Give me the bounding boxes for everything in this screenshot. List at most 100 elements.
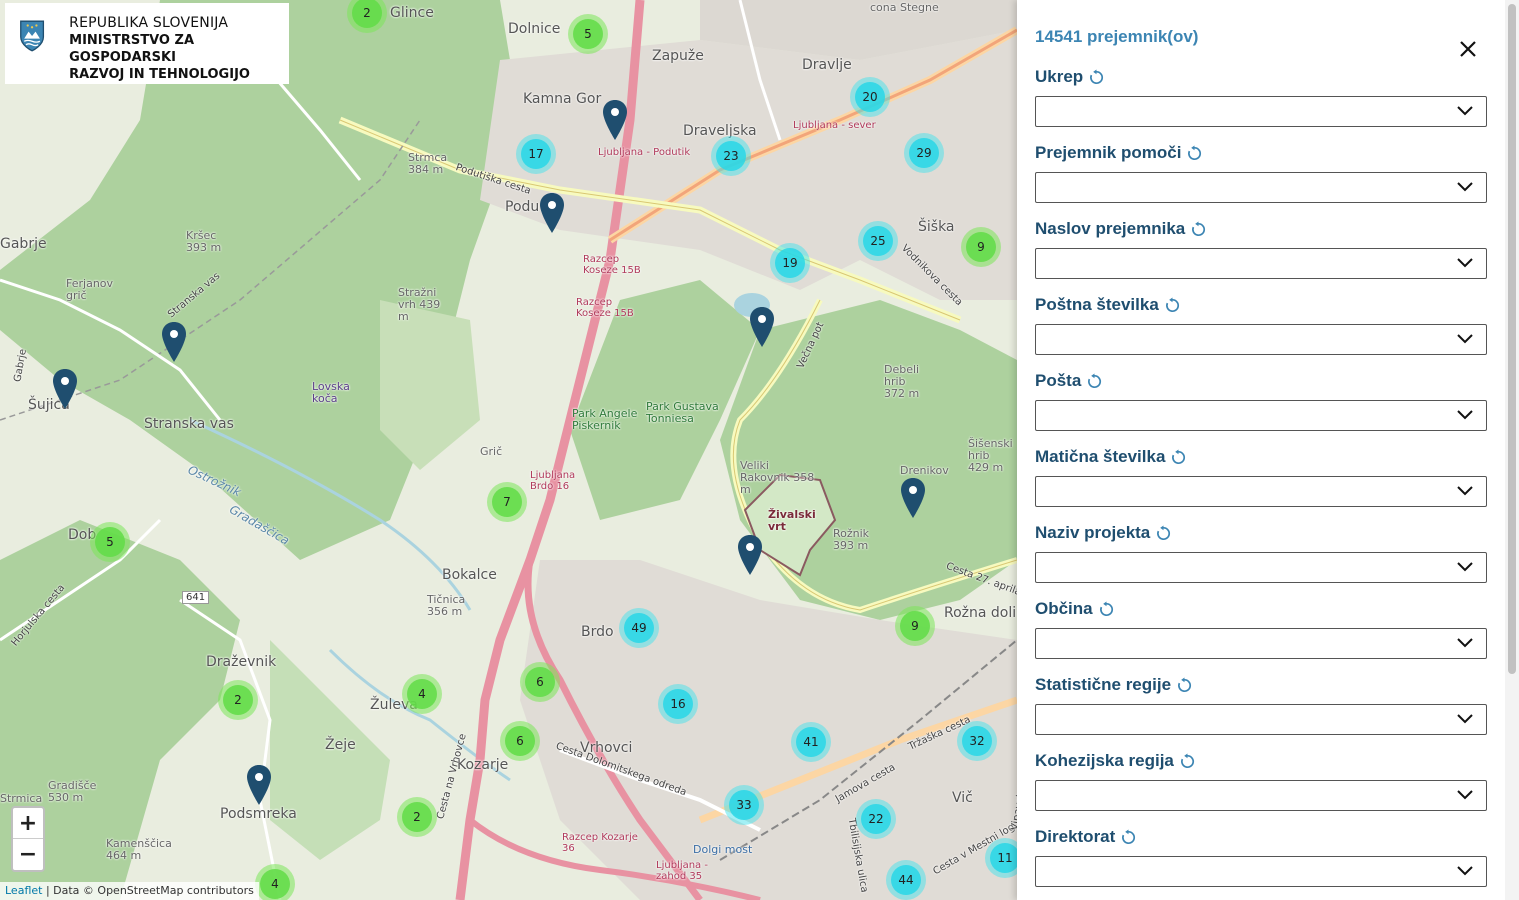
reset-icon[interactable] — [1164, 296, 1181, 314]
cluster-count: 5 — [95, 527, 125, 557]
scrollbar-thumb[interactable] — [1508, 4, 1516, 674]
reset-icon[interactable] — [1088, 68, 1105, 86]
cluster-marker[interactable]: 44 — [886, 860, 926, 900]
map-pin-icon[interactable] — [52, 368, 78, 410]
map-pin-icon[interactable] — [737, 534, 763, 576]
cluster-count: 20 — [855, 82, 885, 112]
place-label: Žeje — [325, 737, 356, 753]
reset-icon[interactable] — [1098, 600, 1115, 618]
place-label: Razcep Koseze 15B — [583, 254, 641, 276]
place-label: Glince — [390, 5, 434, 21]
filter-select[interactable] — [1035, 704, 1487, 735]
cluster-marker[interactable]: 6 — [520, 662, 560, 702]
cluster-marker[interactable]: 29 — [904, 133, 944, 173]
chevron-down-icon — [1457, 182, 1473, 192]
reset-icon[interactable] — [1155, 524, 1172, 542]
leaflet-link[interactable]: Leaflet — [5, 884, 42, 897]
cluster-marker[interactable]: 2 — [397, 797, 437, 837]
place-label: Stražni vrh 439 m — [398, 286, 441, 323]
recipient-count: 14541 prejemnik(ov) — [1035, 27, 1199, 46]
panel-scrollbar[interactable] — [1505, 0, 1519, 900]
map-attribution: Leaflet | Data © OpenStreetMap contribut… — [0, 882, 259, 900]
place-label: Ljubljana - Podutik — [598, 147, 691, 158]
filter-group: Direktorat — [1035, 825, 1487, 887]
map-pin-icon[interactable] — [749, 306, 775, 348]
chevron-down-icon — [1457, 638, 1473, 648]
place-label: cona Stegne — [870, 1, 939, 14]
cluster-marker[interactable]: 33 — [724, 785, 764, 825]
reset-icon[interactable] — [1190, 220, 1207, 238]
chevron-down-icon — [1457, 410, 1473, 420]
cluster-marker[interactable]: 6 — [500, 721, 540, 761]
cluster-marker[interactable]: 25 — [858, 221, 898, 261]
cluster-marker[interactable]: 5 — [90, 522, 130, 562]
cluster-marker[interactable]: 19 — [770, 243, 810, 283]
cluster-marker[interactable]: 22 — [856, 799, 896, 839]
filter-select[interactable] — [1035, 324, 1487, 355]
place-label: Stranska vas — [144, 416, 234, 432]
zoom-control: + − — [11, 806, 45, 872]
reset-icon[interactable] — [1086, 372, 1103, 390]
filter-select[interactable] — [1035, 172, 1487, 203]
filter-select[interactable] — [1035, 552, 1487, 583]
cluster-count: 49 — [624, 613, 654, 643]
reset-icon[interactable] — [1170, 448, 1187, 466]
place-label: Ljubljana - sever — [793, 120, 876, 131]
filter-label-text: Direktorat — [1035, 827, 1116, 846]
filter-label: Naslov prejemnika — [1035, 217, 1487, 241]
cluster-marker[interactable]: 4 — [402, 674, 442, 714]
map-pin-icon[interactable] — [161, 321, 187, 363]
cluster-count: 16 — [663, 689, 693, 719]
cluster-count: 4 — [407, 679, 437, 709]
map-pin-icon[interactable] — [246, 764, 272, 806]
cluster-marker[interactable]: 41 — [791, 722, 831, 762]
filter-group: Prejemnik pomoči — [1035, 141, 1487, 203]
zoom-in-button[interactable]: + — [13, 808, 43, 839]
ministry-logo-box: REPUBLIKA SLOVENIJA MINISTRSTVO ZA GOSPO… — [5, 3, 289, 84]
place-label: Draževnik — [206, 654, 277, 670]
filter-select[interactable] — [1035, 780, 1487, 811]
filter-label-text: Občina — [1035, 599, 1093, 618]
cluster-count: 9 — [900, 611, 930, 641]
filter-label-text: Pošta — [1035, 371, 1082, 390]
cluster-marker[interactable]: 2 — [218, 680, 258, 720]
reset-icon[interactable] — [1179, 752, 1196, 770]
cluster-marker[interactable]: 16 — [658, 684, 698, 724]
cluster-count: 9 — [966, 232, 996, 262]
place-label: Podsmreka — [220, 806, 297, 822]
place-label: Lovska koča — [312, 380, 350, 405]
filter-label-text: Poštna številka — [1035, 295, 1159, 314]
map-pin-icon[interactable] — [900, 477, 926, 519]
cluster-marker[interactable]: 49 — [619, 608, 659, 648]
map-pin-icon[interactable] — [539, 192, 565, 234]
filter-select[interactable] — [1035, 476, 1487, 507]
place-label: Tičnica 356 m — [427, 593, 466, 618]
cluster-marker[interactable]: 32 — [957, 721, 997, 761]
filter-select[interactable] — [1035, 628, 1487, 659]
reset-icon[interactable] — [1120, 828, 1137, 846]
filter-label: Občina — [1035, 597, 1487, 621]
cluster-marker[interactable]: 9 — [961, 227, 1001, 267]
filter-select[interactable] — [1035, 248, 1487, 279]
cluster-marker[interactable]: 5 — [568, 14, 608, 54]
cluster-marker[interactable]: 17 — [516, 134, 556, 174]
chevron-down-icon — [1457, 106, 1473, 116]
cluster-count: 2 — [223, 685, 253, 715]
place-label: Kozarje — [457, 757, 509, 773]
cluster-marker[interactable]: 4 — [255, 864, 295, 900]
filter-select[interactable] — [1035, 400, 1487, 431]
reset-icon[interactable] — [1176, 676, 1193, 694]
close-icon[interactable] — [1457, 38, 1479, 60]
zoom-out-button[interactable]: − — [13, 839, 43, 870]
cluster-marker[interactable]: 20 — [850, 77, 890, 117]
map-pin-icon[interactable] — [602, 99, 628, 141]
cluster-count: 22 — [861, 804, 891, 834]
filter-select[interactable] — [1035, 96, 1487, 127]
cluster-marker[interactable]: 23 — [711, 136, 751, 176]
cluster-marker[interactable]: 7 — [487, 482, 527, 522]
cluster-marker[interactable]: 9 — [895, 606, 935, 646]
filter-select[interactable] — [1035, 856, 1487, 887]
place-label: Drenikov — [900, 464, 949, 477]
reset-icon[interactable] — [1186, 144, 1203, 162]
place-label: Ljubljana Brdo 16 — [530, 470, 576, 492]
